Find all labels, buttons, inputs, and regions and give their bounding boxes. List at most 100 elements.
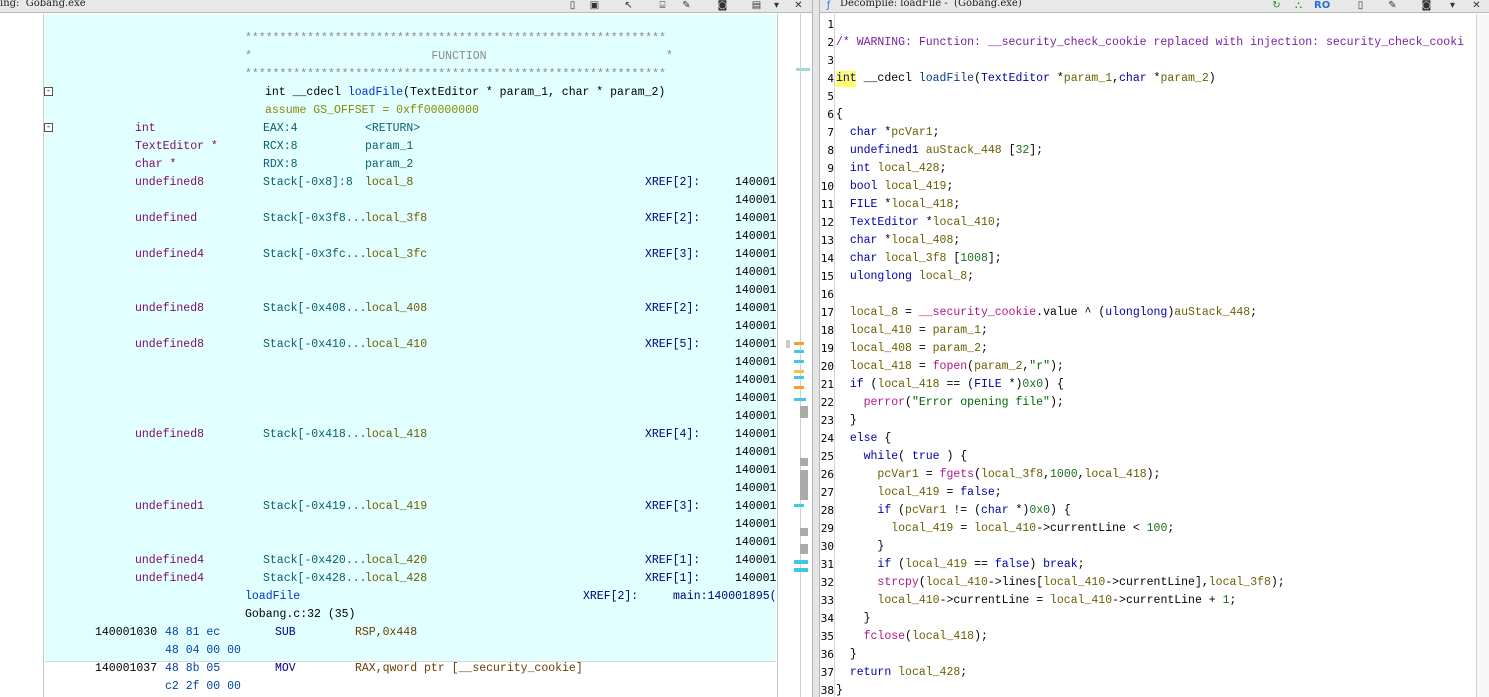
snapshot-icon[interactable]: ◙ [716, 0, 729, 11]
code-line[interactable]: char *pcVar1; [836, 124, 940, 142]
code-line[interactable]: { [836, 106, 843, 124]
close-icon[interactable]: ✕ [792, 0, 805, 11]
code-line[interactable]: bool local_419; [836, 178, 954, 196]
graph-icon[interactable]: ⌸ [656, 0, 669, 11]
param-name[interactable]: <RETURN> [365, 120, 420, 138]
edit-icon[interactable]: ✎ [680, 0, 693, 11]
local-name[interactable]: local_410 [365, 336, 427, 354]
graph-icon[interactable]: ⛬ [1292, 0, 1305, 11]
listing-code[interactable]: ****************************************… [45, 14, 776, 697]
code-line[interactable]: strcpy(local_410->lines[local_410->curre… [836, 574, 1284, 592]
xref-address[interactable]: 140001 [735, 282, 776, 300]
copy-icon[interactable]: ▯ [1354, 0, 1367, 11]
xref-address[interactable]: 140001 [735, 426, 776, 444]
code-line[interactable]: } [836, 412, 857, 430]
code-line[interactable]: local_408 = param_2; [836, 340, 988, 358]
code-line[interactable]: local_8 = __security_cookie.value ^ (ulo… [836, 304, 1257, 322]
code-line[interactable]: } [836, 610, 871, 628]
local-name[interactable]: local_3f8 [365, 210, 427, 228]
xref-address[interactable]: 140001 [735, 300, 776, 318]
instruction-mnemonic[interactable]: MOV [275, 660, 296, 678]
xref-address[interactable]: 140001 [735, 444, 776, 462]
code-line[interactable]: } [836, 646, 857, 664]
code-line[interactable]: local_419 = false; [836, 484, 1001, 502]
chevron-down-icon[interactable]: ▾ [1446, 0, 1459, 11]
xref-address[interactable]: 140001 [735, 354, 776, 372]
instruction-address[interactable]: 140001030 [95, 624, 157, 642]
xref-address[interactable]: 140001 [735, 408, 776, 426]
instruction-address[interactable]: 140001037 [95, 660, 157, 678]
code-line[interactable]: FILE *local_418; [836, 196, 960, 214]
chevron-down-icon[interactable]: ▾ [770, 0, 783, 11]
function-signature[interactable]: int __cdecl loadFile(TextEditor * param_… [265, 84, 665, 102]
local-name[interactable]: local_428 [365, 570, 427, 588]
function-label[interactable]: loadFile [245, 588, 300, 606]
code-line[interactable]: undefined1 auStack_448 [32]; [836, 142, 1043, 160]
xref-address[interactable]: 140001 [735, 552, 776, 570]
label-ref[interactable]: main:140001895( [673, 588, 776, 606]
xref-address[interactable]: 140001 [735, 372, 776, 390]
decompiled-source[interactable]: /* WARNING: Function: __security_check_c… [836, 14, 1476, 697]
code-line[interactable]: while( true ) { [836, 448, 968, 466]
code-line[interactable]: TextEditor *local_410; [836, 214, 1002, 232]
code-line[interactable]: char *local_408; [836, 232, 960, 250]
snapshot-icon[interactable]: ◙ [1420, 0, 1433, 11]
code-line[interactable]: ulonglong local_8; [836, 268, 974, 286]
param-name[interactable]: param_1 [365, 138, 413, 156]
xref-address[interactable]: 140001 [735, 462, 776, 480]
code-line[interactable]: if (local_419 == false) break; [836, 556, 1084, 574]
param-name[interactable]: param_2 [365, 156, 413, 174]
code-line[interactable]: int local_428; [836, 160, 947, 178]
paste-icon[interactable]: ▣ [588, 0, 601, 11]
xref-address[interactable]: 140001 [735, 318, 776, 336]
cursor-icon[interactable]: ↖ [622, 0, 635, 11]
local-name[interactable]: local_420 [365, 552, 427, 570]
local-name[interactable]: local_418 [365, 426, 427, 444]
code-line[interactable]: fclose(local_418); [836, 628, 988, 646]
xref-address[interactable]: 140001 [735, 246, 776, 264]
instruction-operands[interactable]: RAX,qword ptr [__security_cookie] [355, 660, 583, 678]
copy-icon[interactable]: ▯ [566, 0, 579, 11]
xref-address[interactable]: 140001 [735, 498, 776, 516]
xref-address[interactable]: 140001 [735, 174, 776, 192]
xref-address[interactable]: 140001 [735, 480, 776, 498]
edit-icon[interactable]: ✎ [1386, 0, 1399, 11]
code-line[interactable]: char local_3f8 [1008]; [836, 250, 1002, 268]
xref-address[interactable]: 140001 [735, 264, 776, 282]
code-line[interactable]: int __cdecl loadFile(TextEditor *param_1… [836, 70, 1216, 88]
local-name[interactable]: local_3fc [365, 246, 427, 264]
xref-address[interactable]: 140001 [735, 210, 776, 228]
xref-address[interactable]: 140001 [735, 390, 776, 408]
local-name[interactable]: local_408 [365, 300, 427, 318]
xref-address[interactable]: 140001 [735, 516, 776, 534]
refresh-icon[interactable]: ↻ [1270, 0, 1283, 11]
code-line[interactable]: pcVar1 = fgets(local_3f8,1000,local_418)… [836, 466, 1160, 484]
instruction-mnemonic[interactable]: SUB [275, 624, 296, 642]
local-name[interactable]: local_419 [365, 498, 427, 516]
decompile-scrollbar[interactable] [1476, 14, 1489, 697]
listing-overview-bar[interactable] [777, 14, 813, 697]
code-line[interactable]: else { [836, 430, 891, 448]
xref-address[interactable]: 140001 [735, 570, 776, 588]
menu-icon[interactable]: ▤ [750, 0, 763, 11]
code-line[interactable]: if (pcVar1 != (char *)0x0) { [836, 502, 1070, 520]
close-icon[interactable]: ✕ [1470, 0, 1483, 11]
xref-address[interactable]: 140001 [735, 192, 776, 210]
xref-address[interactable]: 140001 [735, 336, 776, 354]
code-line[interactable]: } [836, 538, 884, 556]
code-line[interactable]: local_410 = param_1; [836, 322, 988, 340]
ro-icon[interactable]: RO [1314, 0, 1330, 11]
xref-address[interactable]: 140001 [735, 534, 776, 552]
code-line[interactable]: local_418 = fopen(param_2,"r"); [836, 358, 1064, 376]
code-line[interactable]: if (local_418 == (FILE *)0x0) { [836, 376, 1064, 394]
instruction-operands[interactable]: RSP,0x448 [355, 624, 417, 642]
code-line[interactable]: } [836, 682, 843, 697]
local-name[interactable]: local_8 [365, 174, 413, 192]
collapse-toggle-function[interactable]: - [44, 87, 53, 96]
code-line[interactable]: return local_428; [836, 664, 967, 682]
code-line[interactable]: perror("Error opening file"); [836, 394, 1064, 412]
code-line[interactable]: local_410->currentLine = local_410->curr… [836, 592, 1236, 610]
code-line[interactable]: /* WARNING: Function: __security_check_c… [836, 34, 1464, 52]
xref-address[interactable]: 140001 [735, 228, 776, 246]
collapse-toggle-params[interactable]: - [44, 123, 53, 132]
